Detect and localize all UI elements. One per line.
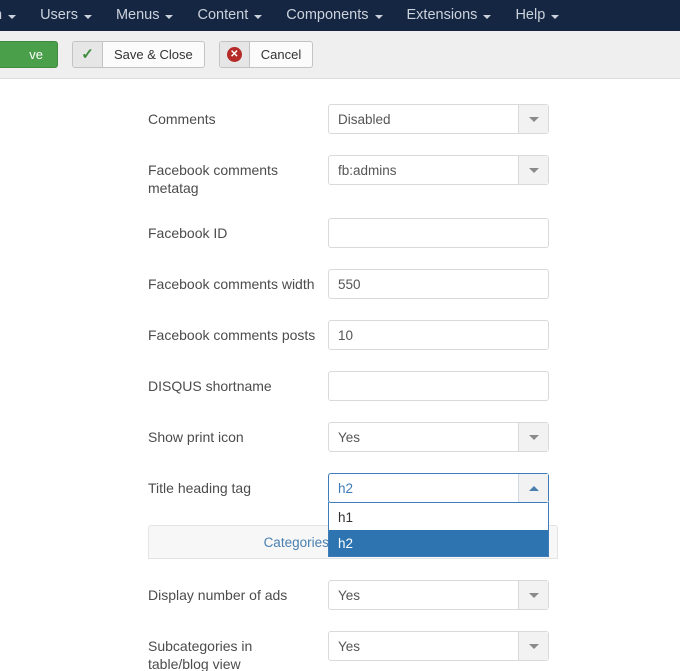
- form-row: Title heading tag h2 h1 h2: [0, 473, 680, 557]
- form-row: Comments Disabled: [0, 104, 680, 134]
- menu-item-content[interactable]: Content: [185, 0, 274, 31]
- facebook-comments-width-input[interactable]: 550: [328, 269, 549, 299]
- title-heading-tag-value: h2: [338, 480, 354, 496]
- disqus-shortname-input[interactable]: [328, 371, 549, 401]
- facebook-id-value: [329, 219, 548, 247]
- field-label: Title heading tag: [148, 480, 251, 496]
- dropdown-option-h1[interactable]: h1: [329, 504, 548, 530]
- chevron-down-icon[interactable]: [518, 156, 548, 184]
- title-heading-tag-select-wrapper: h2 h1 h2: [328, 473, 549, 557]
- subcategories-in-table-blog-view-value: Yes: [338, 638, 361, 654]
- menu-item-components[interactable]: Components: [274, 0, 394, 31]
- chevron-down-icon[interactable]: [518, 423, 548, 451]
- menu-item-label: Menus: [115, 7, 160, 23]
- form-row: Facebook comments posts 10: [0, 320, 680, 350]
- field-label: Show print icon: [148, 429, 244, 445]
- save-and-close-label: Save & Close: [114, 47, 193, 62]
- field-label: DISQUS shortname: [148, 378, 272, 394]
- chevron-down-icon: [8, 14, 17, 19]
- editor-toolbar: ve ✓ Save & Close ✕ Cancel: [0, 31, 680, 79]
- save-and-close-button[interactable]: ✓ Save & Close: [72, 41, 205, 68]
- menu-item-help[interactable]: Help: [503, 0, 571, 31]
- menu-item-menus[interactable]: Menus: [104, 0, 186, 31]
- field-label: Facebook comments width: [148, 276, 315, 292]
- menu-item-users[interactable]: Users: [28, 0, 104, 31]
- comments-select-value: Disabled: [338, 111, 391, 127]
- subcategories-in-table-blog-view-select[interactable]: Yes: [328, 631, 549, 661]
- field-label: Facebook comments metatag: [148, 162, 278, 196]
- title-heading-tag-select[interactable]: h2: [328, 473, 549, 503]
- field-label: Display number of ads: [148, 587, 288, 603]
- chevron-down-icon: [483, 14, 492, 19]
- chevron-down-icon[interactable]: [518, 581, 548, 609]
- field-label: Facebook ID: [148, 225, 228, 241]
- chevron-down-icon: [254, 14, 263, 19]
- facebook-comments-metatag-select[interactable]: fb:admins: [328, 155, 549, 185]
- menu-item-system[interactable]: n: [0, 0, 28, 31]
- menu-item-label: Components: [286, 7, 369, 23]
- chevron-down-icon[interactable]: [518, 105, 548, 133]
- facebook-comments-posts-input[interactable]: 10: [328, 320, 549, 350]
- main-menu-bar: n Users Menus Content Components Extensi…: [0, 0, 680, 31]
- disqus-shortname-value: [329, 372, 548, 400]
- field-label: Comments: [148, 111, 216, 127]
- dropdown-option-h2[interactable]: h2: [329, 530, 548, 556]
- cancel-button[interactable]: ✕ Cancel: [218, 41, 314, 68]
- menu-item-label: Help: [515, 7, 546, 23]
- menu-item-label: n: [0, 0, 2, 31]
- menu-item-label: Extensions: [406, 7, 478, 23]
- form-row: Facebook ID: [0, 218, 680, 248]
- facebook-comments-metatag-value: fb:admins: [338, 162, 397, 178]
- field-label: Facebook comments posts: [148, 327, 316, 343]
- facebook-comments-posts-value: 10: [338, 327, 354, 343]
- comments-select[interactable]: Disabled: [328, 104, 549, 134]
- form-row: Subcategories in table/blog view Yes: [0, 631, 680, 671]
- chevron-down-icon[interactable]: [518, 632, 548, 660]
- save-button-label: ve: [29, 47, 43, 62]
- save-button[interactable]: ve: [0, 41, 58, 68]
- cancel-label: Cancel: [260, 47, 302, 62]
- form-row: Show print icon Yes: [0, 422, 680, 452]
- chevron-down-icon: [83, 14, 92, 19]
- show-print-icon-select[interactable]: Yes: [328, 422, 549, 452]
- chevron-down-icon: [374, 14, 383, 19]
- menu-item-extensions[interactable]: Extensions: [395, 0, 504, 31]
- chevron-up-icon[interactable]: [518, 474, 548, 502]
- chevron-down-icon: [551, 14, 560, 19]
- facebook-id-input[interactable]: [328, 218, 549, 248]
- chevron-down-icon: [165, 14, 174, 19]
- menu-item-label: Users: [40, 7, 78, 23]
- cancel-circle-icon: ✕: [219, 42, 250, 67]
- form-row: Display number of ads Yes: [0, 580, 680, 610]
- display-number-of-ads-value: Yes: [338, 587, 361, 603]
- show-print-icon-value: Yes: [338, 429, 361, 445]
- form-row: Facebook comments width 550: [0, 269, 680, 299]
- title-heading-tag-options: h1 h2: [328, 502, 549, 557]
- form-row: DISQUS shortname: [0, 371, 680, 401]
- settings-form: Comments Disabled Facebook comments meta…: [0, 79, 680, 671]
- facebook-comments-width-value: 550: [338, 276, 361, 292]
- field-label: Subcategories in table/blog view: [148, 638, 253, 671]
- menu-item-label: Content: [197, 7, 249, 23]
- display-number-of-ads-select[interactable]: Yes: [328, 580, 549, 610]
- check-icon: ✓: [73, 42, 103, 67]
- form-row: Facebook comments metatag fb:admins: [0, 155, 680, 197]
